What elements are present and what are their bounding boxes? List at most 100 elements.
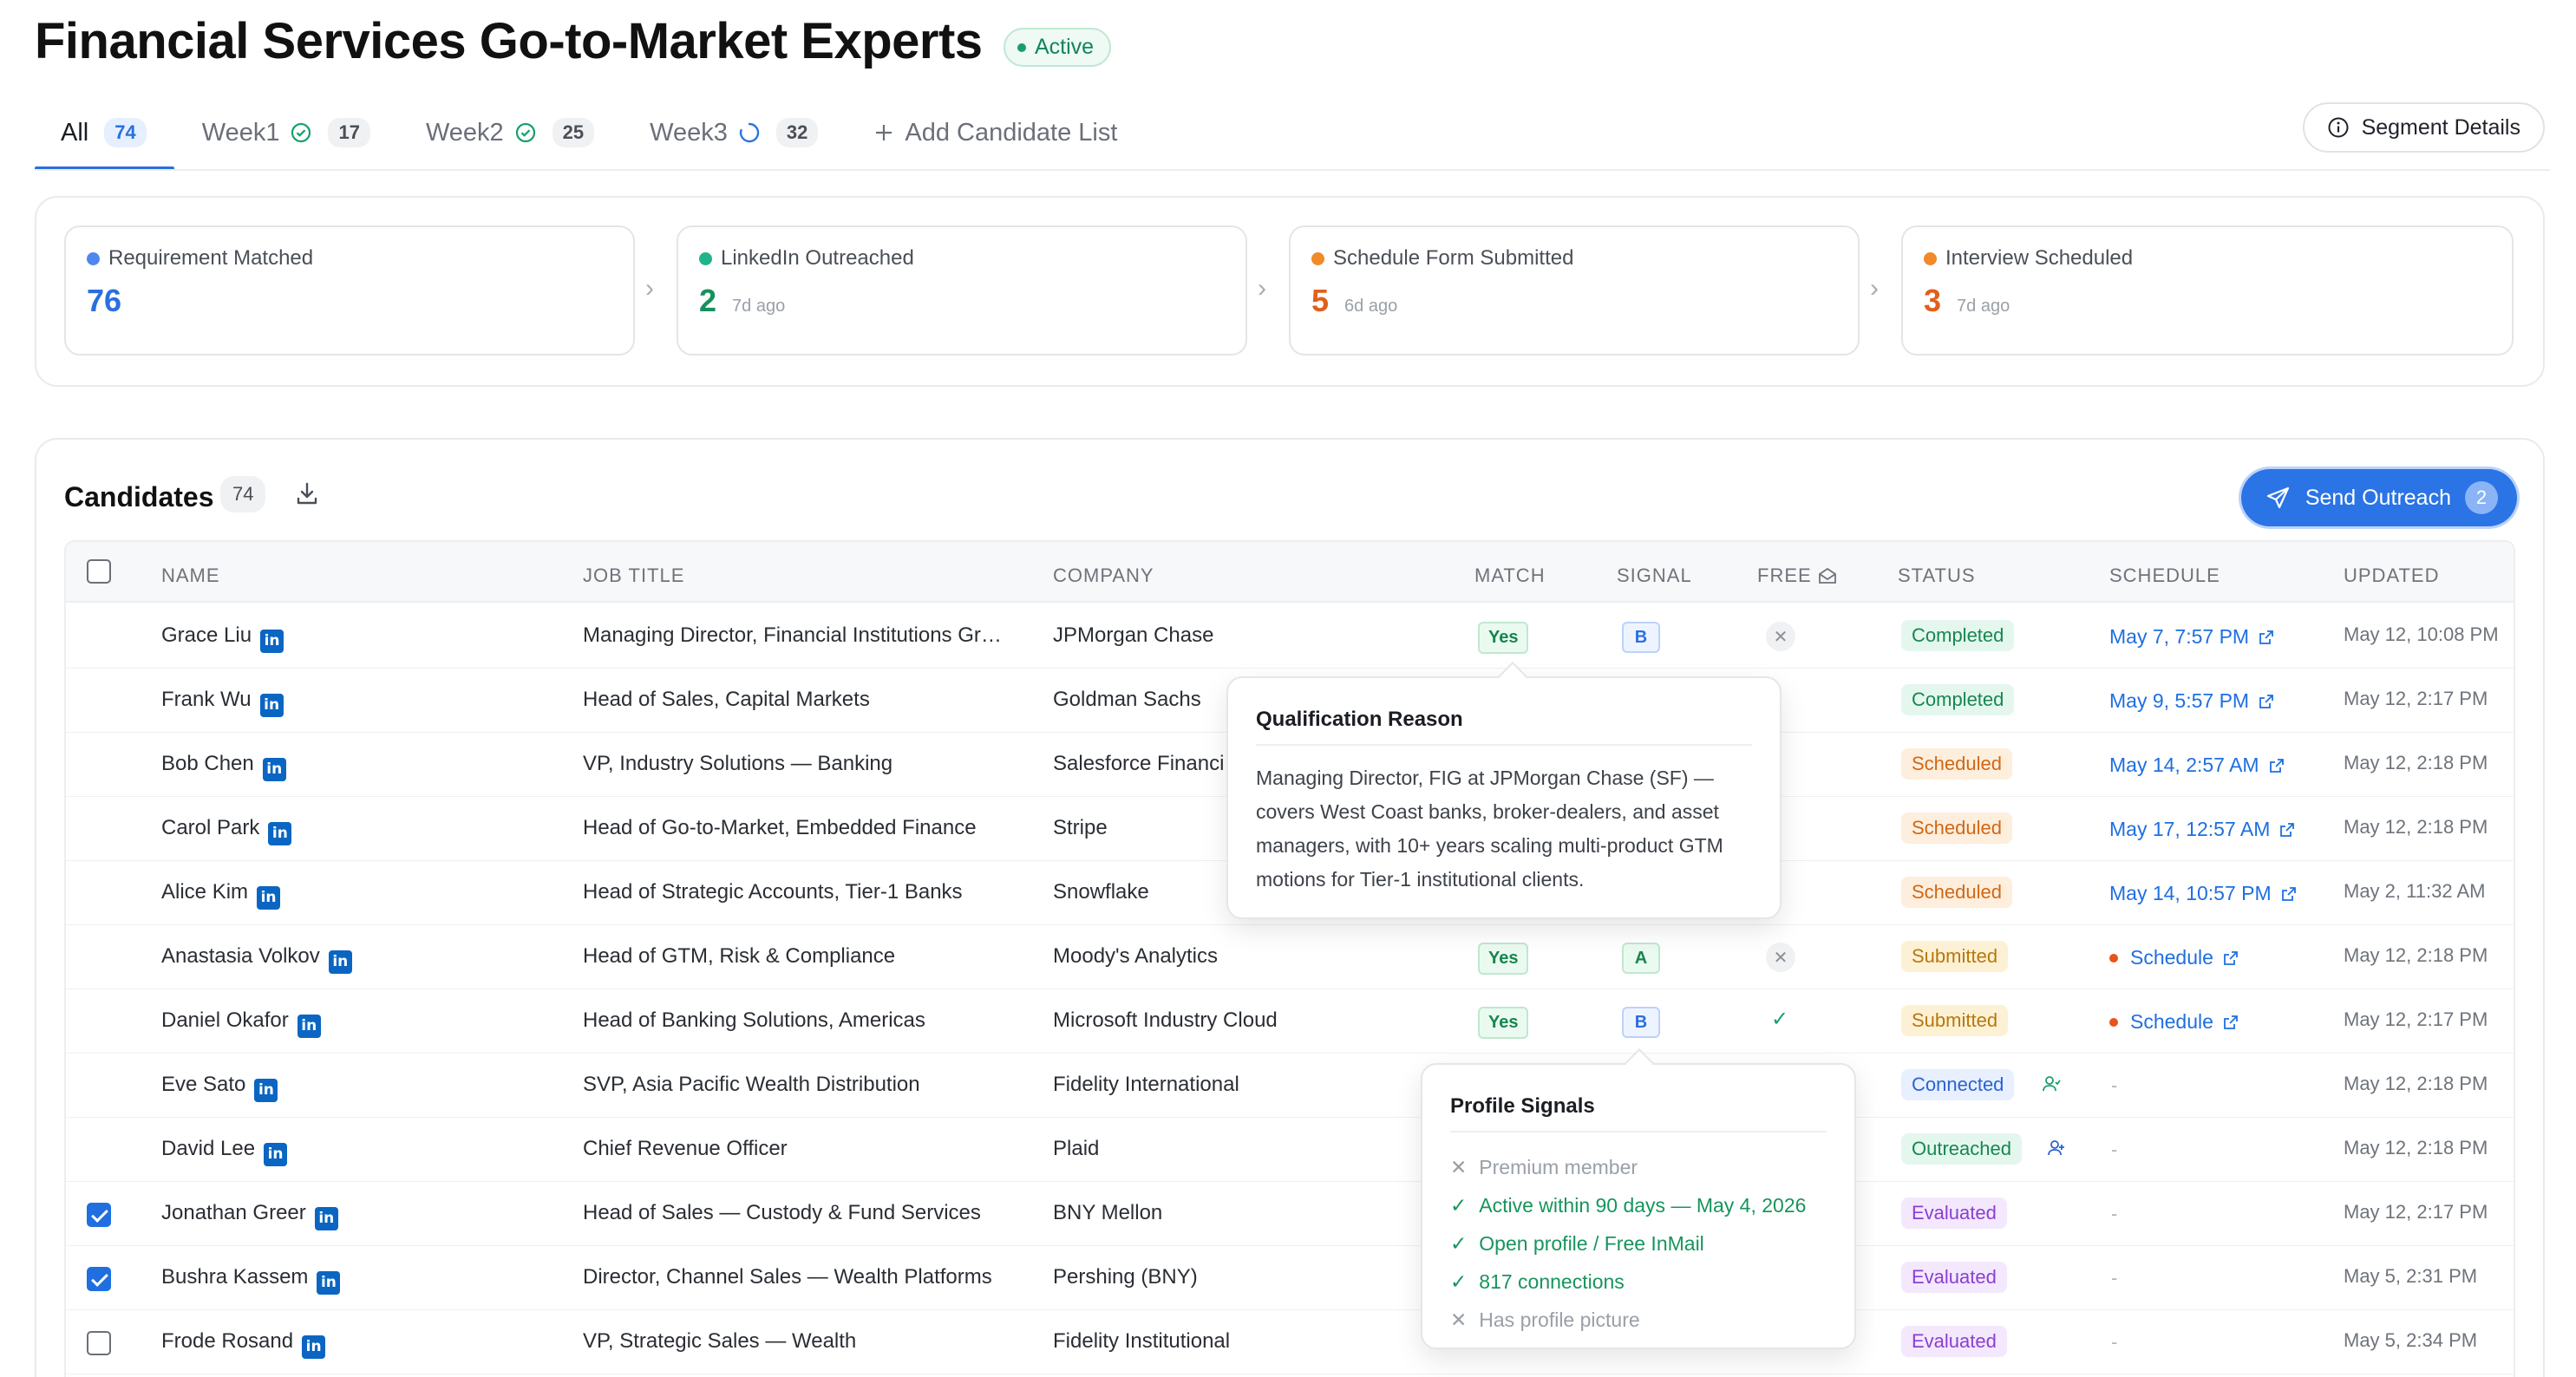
- candidate-name[interactable]: Grace Liu: [161, 623, 252, 647]
- match-badge[interactable]: Yes: [1478, 622, 1529, 654]
- download-icon[interactable]: [293, 480, 321, 507]
- tab-week2[interactable]: Week2 25: [398, 108, 622, 158]
- send-outreach-button[interactable]: Send Outreach 2: [2240, 469, 2517, 526]
- table-row[interactable]: Frode Rosand in VP, Strategic Sales — Weal…: [66, 1310, 2514, 1374]
- linkedin-icon[interactable]: in: [268, 821, 292, 845]
- linkedin-icon[interactable]: in: [297, 1014, 321, 1038]
- column-header-name[interactable]: NAME: [161, 565, 220, 587]
- candidate-name-cell[interactable]: Alice Kim in: [161, 880, 281, 910]
- table-row[interactable]: Eve Sato in SVP, Asia Pacific Wealth Distr…: [66, 1054, 2514, 1118]
- funnel-stage-interview-scheduled[interactable]: Interview Scheduled 3 7d ago: [1901, 225, 2514, 356]
- linkedin-icon[interactable]: in: [302, 1335, 326, 1359]
- candidate-name-cell[interactable]: Bushra Kassem in: [161, 1265, 341, 1295]
- signal-badge[interactable]: A: [1622, 943, 1660, 974]
- profile-signal-item: ✓ 817 connections: [1450, 1263, 1827, 1301]
- candidate-name[interactable]: Bushra Kassem: [161, 1265, 308, 1289]
- check-icon: ✓: [1771, 1008, 1789, 1031]
- job-title: Head of Go-to-Market, Embedded Finance: [583, 816, 977, 839]
- status-badge: Completed: [1901, 620, 2015, 651]
- tab-bar: All 74 Week1 17 Week2 25 Week3 32 Add Ca…: [35, 108, 1145, 170]
- check-circle-icon: [291, 122, 311, 143]
- candidate-name-cell[interactable]: Jonathan Greer in: [161, 1201, 338, 1230]
- candidate-name[interactable]: Frank Wu: [161, 688, 252, 711]
- column-header-free[interactable]: FREE: [1757, 565, 1837, 587]
- select-all-checkbox[interactable]: [87, 559, 111, 584]
- candidate-name[interactable]: Carol Park: [161, 816, 259, 839]
- candidate-name[interactable]: Frode Rosand: [161, 1329, 293, 1353]
- table-row[interactable]: David Lee in Chief Revenue Officer Plaid Out…: [66, 1118, 2514, 1182]
- candidate-name-cell[interactable]: Frode Rosand in: [161, 1329, 326, 1359]
- column-header-match[interactable]: MATCH: [1474, 565, 1546, 587]
- schedule-empty: -: [2111, 1139, 2118, 1160]
- candidate-name[interactable]: Jonathan Greer: [161, 1201, 306, 1224]
- signal-badge[interactable]: B: [1622, 1007, 1660, 1038]
- candidate-name[interactable]: Bob Chen: [161, 752, 254, 775]
- tab-label: All: [61, 118, 89, 147]
- column-header-signal[interactable]: SIGNAL: [1617, 565, 1692, 587]
- schedule-link[interactable]: May 14, 2:57 AM: [2109, 754, 2285, 777]
- chevron-right-icon: ›: [1870, 274, 1879, 303]
- updated-time: May 12, 2:18 PM: [2344, 752, 2488, 773]
- job-title: Director, Channel Sales — Wealth Platfor…: [583, 1265, 992, 1289]
- candidate-name-cell[interactable]: Anastasia Volkov in: [161, 944, 352, 974]
- candidate-name-cell[interactable]: Daniel Okafor in: [161, 1008, 321, 1038]
- candidate-name[interactable]: Daniel Okafor: [161, 1008, 289, 1032]
- row-checkbox[interactable]: [87, 1331, 111, 1355]
- schedule-link[interactable]: Schedule: [2109, 946, 2239, 969]
- column-header-status[interactable]: STATUS: [1898, 565, 1976, 587]
- job-title: Chief Revenue Officer: [583, 1137, 788, 1160]
- add-candidate-list-button[interactable]: Add Candidate List: [846, 108, 1145, 158]
- candidate-name-cell[interactable]: Carol Park in: [161, 816, 292, 845]
- linkedin-icon[interactable]: in: [314, 1206, 338, 1230]
- signal-badge[interactable]: B: [1622, 622, 1660, 653]
- schedule-link[interactable]: May 7, 7:57 PM: [2109, 625, 2275, 649]
- stage-label: LinkedIn Outreached: [721, 246, 914, 270]
- table-row[interactable]: Daniel Okafor in Head of Banking Solutions…: [66, 989, 2514, 1054]
- candidate-name-cell[interactable]: Bob Chen in: [161, 752, 286, 781]
- table-row[interactable]: Jonathan Greer in Head of Sales — Custody …: [66, 1182, 2514, 1246]
- linkedin-icon[interactable]: in: [262, 757, 286, 781]
- linkedin-icon[interactable]: in: [260, 629, 284, 653]
- linkedin-icon[interactable]: in: [254, 1078, 278, 1102]
- segment-details-button[interactable]: Segment Details: [2302, 102, 2545, 153]
- check-icon: ✓: [1450, 1193, 1468, 1217]
- schedule-link[interactable]: May 14, 10:57 PM: [2109, 882, 2298, 905]
- column-header-updated[interactable]: UPDATED: [2344, 565, 2440, 587]
- free-label: FREE: [1757, 565, 1812, 586]
- funnel-stage-linkedin-outreached[interactable]: LinkedIn Outreached 2 7d ago: [677, 225, 1247, 356]
- funnel-stage-requirement-matched[interactable]: Requirement Matched 76: [64, 225, 635, 356]
- candidate-name-cell[interactable]: Frank Wu in: [161, 688, 284, 717]
- candidate-name[interactable]: David Lee: [161, 1137, 255, 1160]
- linkedin-icon[interactable]: in: [259, 693, 284, 717]
- table-row[interactable]: Grace Liu in Managing Director, Financial …: [66, 604, 2514, 669]
- tab-week3[interactable]: Week3 32: [622, 108, 846, 158]
- linkedin-icon[interactable]: in: [317, 1270, 341, 1295]
- tab-count: 17: [328, 118, 370, 147]
- row-checkbox[interactable]: [87, 1267, 111, 1291]
- match-badge[interactable]: Yes: [1478, 943, 1529, 975]
- linkedin-icon[interactable]: in: [328, 950, 352, 974]
- close-icon: ✕: [1450, 1155, 1468, 1178]
- status-badge: Scheduled: [1901, 748, 2012, 780]
- linkedin-icon[interactable]: in: [264, 1142, 288, 1166]
- schedule-link[interactable]: May 9, 5:57 PM: [2109, 689, 2275, 713]
- table-row[interactable]: Anastasia Volkov in Head of GTM, Risk & Co…: [66, 925, 2514, 989]
- candidate-name[interactable]: Anastasia Volkov: [161, 944, 320, 968]
- funnel-stage-schedule-form-submitted[interactable]: Schedule Form Submitted 5 6d ago: [1289, 225, 1860, 356]
- candidate-name-cell[interactable]: David Lee in: [161, 1137, 288, 1166]
- candidate-name[interactable]: Eve Sato: [161, 1073, 245, 1096]
- linkedin-icon[interactable]: in: [257, 885, 281, 910]
- schedule-link[interactable]: Schedule: [2109, 1010, 2239, 1034]
- candidate-name[interactable]: Alice Kim: [161, 880, 248, 904]
- column-header-job-title[interactable]: JOB TITLE: [583, 565, 684, 587]
- candidate-name-cell[interactable]: Grace Liu in: [161, 623, 284, 653]
- table-row[interactable]: Bushra Kassem in Director, Channel Sales —…: [66, 1246, 2514, 1310]
- column-header-schedule[interactable]: SCHEDULE: [2109, 565, 2220, 587]
- schedule-link[interactable]: May 17, 12:57 AM: [2109, 818, 2296, 841]
- tab-week1[interactable]: Week1 17: [174, 108, 398, 158]
- row-checkbox[interactable]: [87, 1203, 111, 1227]
- candidate-name-cell[interactable]: Eve Sato in: [161, 1073, 278, 1102]
- column-header-company[interactable]: COMPANY: [1053, 565, 1154, 587]
- match-badge[interactable]: Yes: [1478, 1007, 1529, 1039]
- tab-all[interactable]: All 74: [35, 108, 174, 170]
